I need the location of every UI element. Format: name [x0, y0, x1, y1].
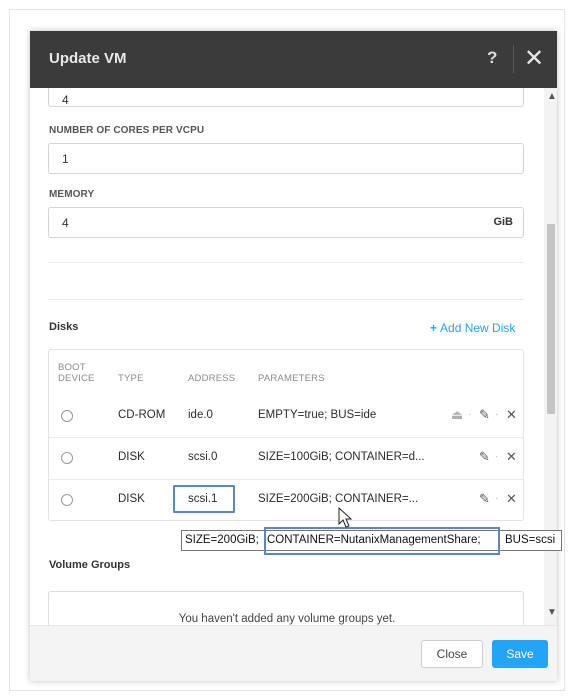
separator-dot: ·	[495, 409, 499, 420]
save-button[interactable]: Save	[492, 640, 548, 668]
delete-icon[interactable]: ✕	[506, 407, 517, 423]
table-row: DISK scsi.1 SIZE=200GiB; CONTAINER=... ✎…	[49, 480, 523, 521]
memory-unit: GiB	[493, 216, 513, 228]
table-row: DISK scsi.0 SIZE=100GiB; CONTAINER=d... …	[49, 438, 523, 479]
disk-type: DISK	[118, 493, 145, 505]
disk-parameters: SIZE=200GiB; CONTAINER=...	[258, 493, 419, 505]
add-new-disk-label: Add New Disk	[440, 321, 516, 335]
dialog-header: Update VM ? ✕	[30, 31, 557, 88]
divider	[48, 299, 524, 300]
memory-value: 4	[62, 216, 69, 230]
boot-radio[interactable]	[61, 494, 73, 506]
volume-groups-title: Volume Groups	[49, 559, 131, 571]
disk-address: ide.0	[188, 409, 213, 421]
boot-radio[interactable]	[61, 410, 73, 422]
disk-type: DISK	[118, 451, 145, 463]
delete-icon[interactable]: ✕	[506, 449, 517, 465]
cores-label: NUMBER OF CORES PER VCPU	[49, 125, 205, 136]
disk-parameters: EMPTY=true; BUS=ide	[258, 409, 377, 421]
plus-icon: +	[430, 321, 438, 335]
divider	[48, 262, 524, 263]
table-row: CD-ROM ide.0 EMPTY=true; BUS=ide ⏏ · ✎ ·…	[49, 396, 523, 437]
scroll-up-icon[interactable]: ▲	[547, 91, 557, 102]
edit-icon[interactable]: ✎	[479, 491, 490, 507]
vcpus-value: 4	[62, 93, 69, 107]
edit-icon[interactable]: ✎	[479, 407, 490, 423]
disk-type: CD-ROM	[118, 409, 166, 421]
close-icon[interactable]: ✕	[524, 45, 544, 73]
edit-icon[interactable]: ✎	[479, 449, 490, 465]
tooltip-size: SIZE=200GiB;	[185, 534, 259, 546]
memory-label: MEMORY	[49, 189, 95, 200]
dialog-title: Update VM	[49, 50, 127, 67]
volume-groups-box: You haven't added any volume groups yet.	[48, 591, 524, 625]
header-device: DEVICE	[58, 373, 95, 384]
disks-table: BOOT DEVICE TYPE ADDRESS PARAMETERS CD-R…	[48, 349, 524, 521]
boot-radio[interactable]	[61, 452, 73, 464]
scroll-down-icon[interactable]: ▼	[547, 607, 557, 618]
separator-dot: ·	[495, 451, 499, 462]
tooltip-bus: BUS=scsi	[505, 534, 556, 546]
help-icon[interactable]: ?	[487, 48, 497, 68]
separator-dot: ·	[495, 493, 499, 504]
scrollbar-thumb[interactable]	[547, 224, 555, 414]
eject-icon[interactable]: ⏏	[451, 407, 463, 423]
volume-groups-empty-text: You haven't added any volume groups yet.	[178, 613, 396, 625]
disks-title: Disks	[49, 321, 79, 333]
close-button[interactable]: Close	[421, 640, 483, 668]
header-parameters: PARAMETERS	[258, 373, 325, 384]
header-boot: BOOT	[58, 362, 86, 373]
cores-per-vcpu-field[interactable]: 1	[48, 143, 524, 174]
header-divider	[513, 45, 514, 73]
delete-icon[interactable]: ✕	[506, 491, 517, 507]
memory-field[interactable]: 4 GiB	[48, 207, 524, 238]
cores-value: 1	[62, 152, 69, 166]
separator-dot: ·	[468, 409, 472, 420]
vcpus-field[interactable]: 4	[48, 88, 524, 107]
header-type: TYPE	[118, 373, 144, 384]
header-address: ADDRESS	[188, 373, 236, 384]
address-highlight-box	[173, 485, 235, 513]
add-new-disk-link[interactable]: + Add New Disk	[430, 321, 515, 335]
cursor-icon	[338, 507, 353, 528]
disk-address: scsi.0	[188, 451, 218, 463]
container-highlight-box	[264, 527, 500, 555]
disk-parameters: SIZE=100GiB; CONTAINER=d...	[258, 451, 425, 463]
dialog-footer: Close Save	[30, 625, 557, 681]
update-vm-dialog: Update VM ? ✕ 4 NUMBER OF CORES PER VCPU…	[30, 31, 557, 681]
